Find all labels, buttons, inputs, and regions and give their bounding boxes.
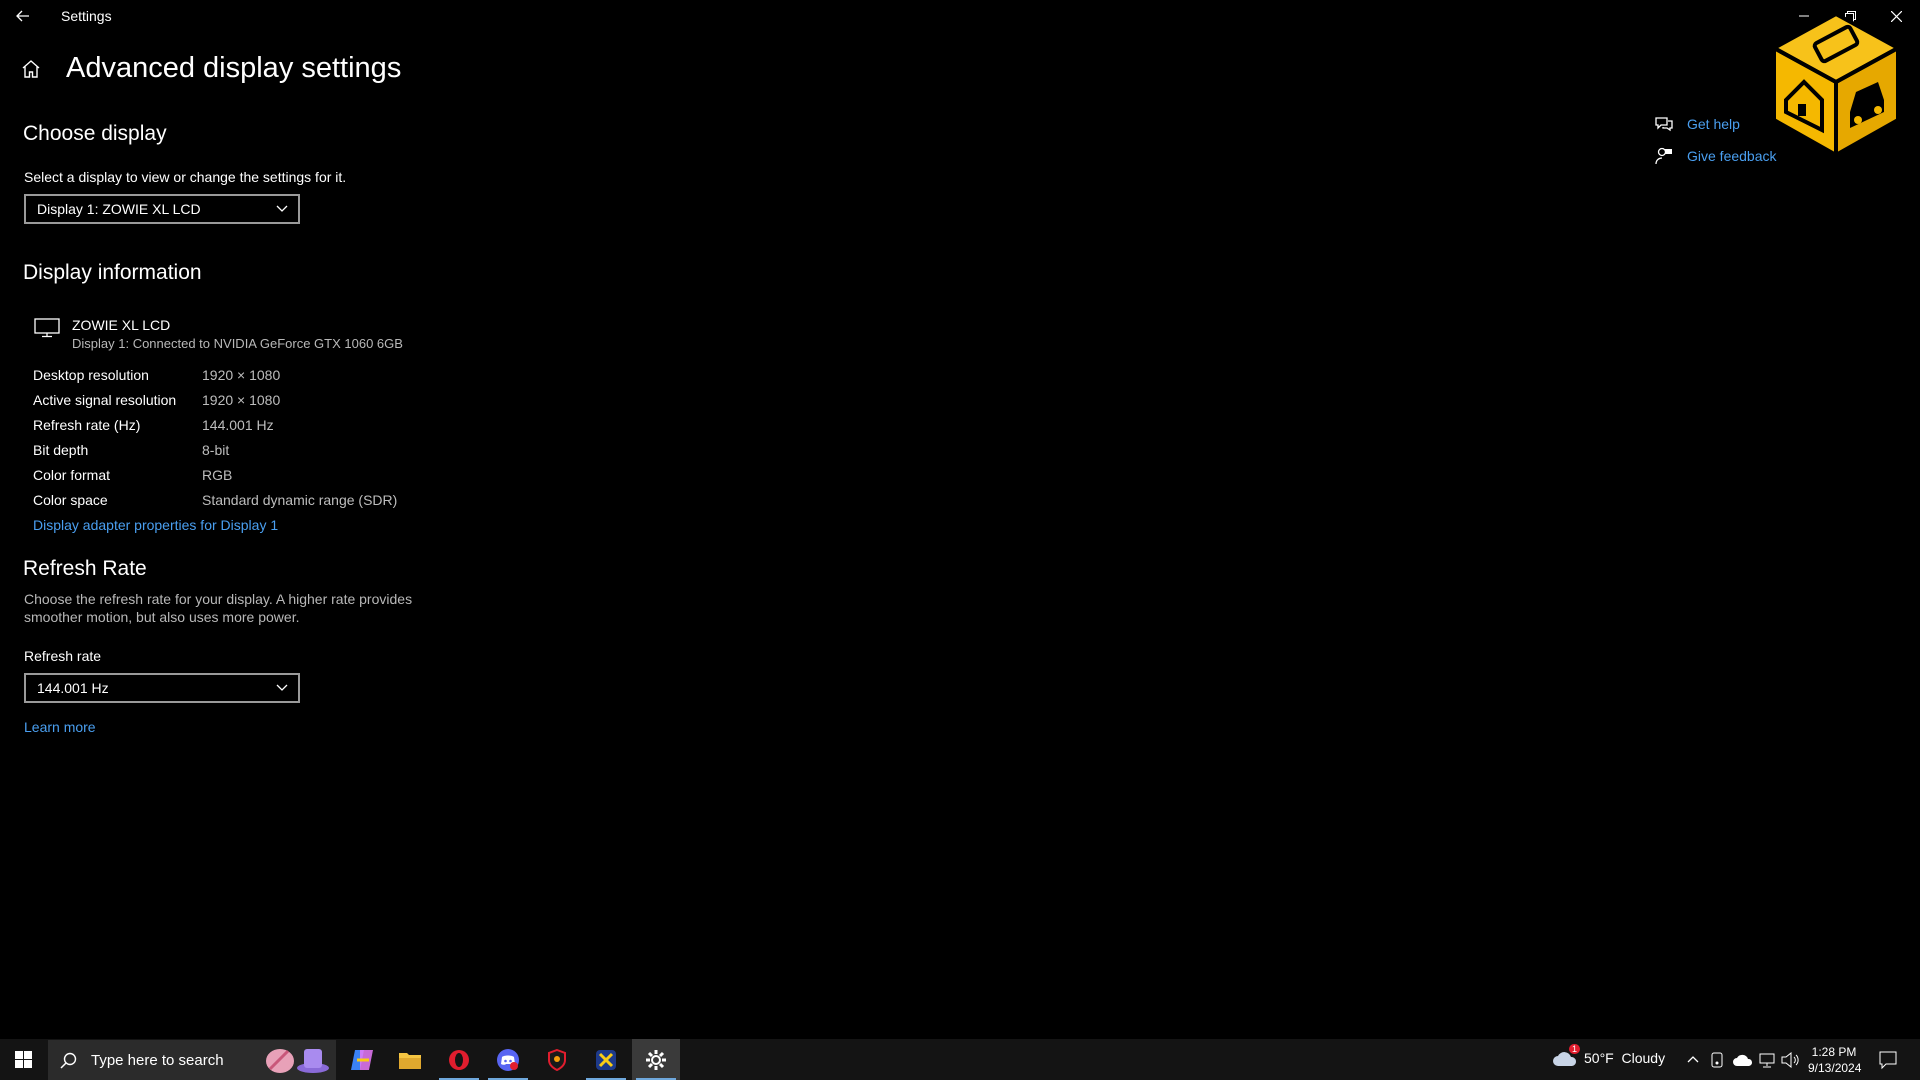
get-help-label: Get help (1687, 116, 1740, 132)
learn-more-link[interactable]: Learn more (24, 719, 96, 735)
box-logo (1769, 11, 1903, 159)
discord-icon (497, 1048, 519, 1071)
page-title: Advanced display settings (66, 52, 402, 84)
info-value: 1920 × 1080 (202, 367, 281, 383)
taskbar-settings[interactable] (632, 1039, 680, 1080)
window-title: Settings (61, 8, 112, 24)
chevron-down-icon (276, 205, 288, 212)
feedback-person-icon (1655, 147, 1672, 165)
taskbar-discord[interactable] (484, 1039, 532, 1080)
monitor-icon-wrap (34, 318, 60, 343)
taskbar-search-box[interactable]: Type here to search (48, 1040, 336, 1080)
copilot-icon (351, 1049, 373, 1070)
refresh-rate-heading: Refresh Rate (23, 557, 147, 580)
onedrive-cloud-icon (1733, 1054, 1753, 1066)
shield-icon (548, 1048, 566, 1071)
choose-display-description: Select a display to view or change the s… (24, 169, 347, 185)
monitor-name: ZOWIE XL LCD (72, 317, 171, 333)
monitor-connection: Display 1: Connected to NVIDIA GeForce G… (72, 336, 403, 351)
info-value: 8-bit (202, 442, 230, 458)
give-feedback-label: Give feedback (1687, 148, 1777, 164)
info-label: Active signal resolution (33, 392, 177, 408)
windows-logo-icon (15, 1051, 32, 1068)
refresh-rate-label: Refresh rate (24, 648, 102, 664)
info-value: RGB (202, 467, 233, 483)
clock-time: 1:28 PM (1811, 1045, 1857, 1059)
weather-widget[interactable]: 1 50°F Cloudy (1552, 1044, 1666, 1068)
box-logo-icon (1769, 11, 1903, 159)
x-app-icon (596, 1049, 616, 1070)
device-icon (1711, 1052, 1723, 1068)
search-highlight-icon (266, 1049, 329, 1073)
info-value: Standard dynamic range (SDR) (202, 492, 398, 508)
chevron-down-icon (276, 684, 288, 691)
info-value: 1920 × 1080 (202, 392, 281, 408)
get-help-link[interactable]: Get help (1655, 116, 1740, 132)
display-adapter-properties-link[interactable]: Display adapter properties for Display 1 (33, 517, 278, 533)
info-label: Refresh rate (Hz) (33, 417, 141, 433)
notification-icon (1879, 1051, 1897, 1070)
info-label: Color space (33, 492, 108, 508)
refresh-rate-description-line1: Choose the refresh rate for your display… (24, 591, 413, 607)
home-button[interactable] (20, 58, 48, 86)
info-label: Desktop resolution (33, 367, 149, 383)
tray-device-icon-wrap[interactable] (1710, 1051, 1724, 1074)
search-icon (60, 1052, 77, 1069)
search-placeholder: Type here to search (91, 1051, 224, 1069)
taskbar-opera[interactable] (435, 1039, 483, 1080)
taskbar-file-explorer[interactable] (386, 1039, 434, 1080)
show-hidden-icons-button[interactable] (1687, 1050, 1699, 1073)
start-button[interactable] (0, 1039, 47, 1080)
chevron-up-icon (1687, 1056, 1699, 1063)
chat-help-icon (1655, 117, 1673, 132)
opera-icon (449, 1049, 469, 1070)
taskbar-xbox-app[interactable] (582, 1039, 630, 1080)
back-button[interactable] (10, 2, 36, 30)
display-info-heading: Display information (23, 261, 202, 284)
info-label: Bit depth (33, 442, 89, 458)
network-icon (1759, 1053, 1775, 1068)
refresh-rate-select[interactable]: 144.001 Hz (24, 673, 300, 703)
display-select[interactable]: Display 1: ZOWIE XL LCD (24, 194, 300, 224)
weather-badge: 1 (1568, 1044, 1580, 1054)
taskbar-copilot[interactable] (338, 1039, 386, 1080)
onedrive-button[interactable] (1733, 1053, 1753, 1072)
taskbar-shield-app[interactable] (533, 1039, 581, 1080)
network-button[interactable] (1757, 1052, 1777, 1073)
weather-text: 50°F Cloudy (1584, 1050, 1666, 1066)
folder-icon (399, 1052, 421, 1069)
gear-icon (646, 1049, 666, 1070)
clock[interactable]: 1:28 PM 9/13/2024 (1808, 1044, 1862, 1076)
action-center-button[interactable] (1878, 1050, 1898, 1075)
speaker-icon (1781, 1051, 1799, 1069)
refresh-rate-description-line2: smoother motion, but also uses more powe… (24, 609, 300, 625)
monitor-icon (34, 318, 60, 338)
display-select-value: Display 1: ZOWIE XL LCD (37, 201, 201, 217)
refresh-rate-select-value: 144.001 Hz (37, 680, 109, 696)
volume-button[interactable] (1781, 1051, 1801, 1073)
clock-date: 9/13/2024 (1808, 1061, 1862, 1075)
info-value: 144.001 Hz (202, 417, 274, 433)
home-icon (22, 60, 40, 78)
cloud-icon-wrap: 1 (1552, 1044, 1580, 1068)
info-label: Color format (33, 467, 111, 483)
give-feedback-link[interactable]: Give feedback (1655, 147, 1777, 165)
choose-display-heading: Choose display (23, 122, 167, 145)
back-arrow-icon (16, 10, 29, 22)
